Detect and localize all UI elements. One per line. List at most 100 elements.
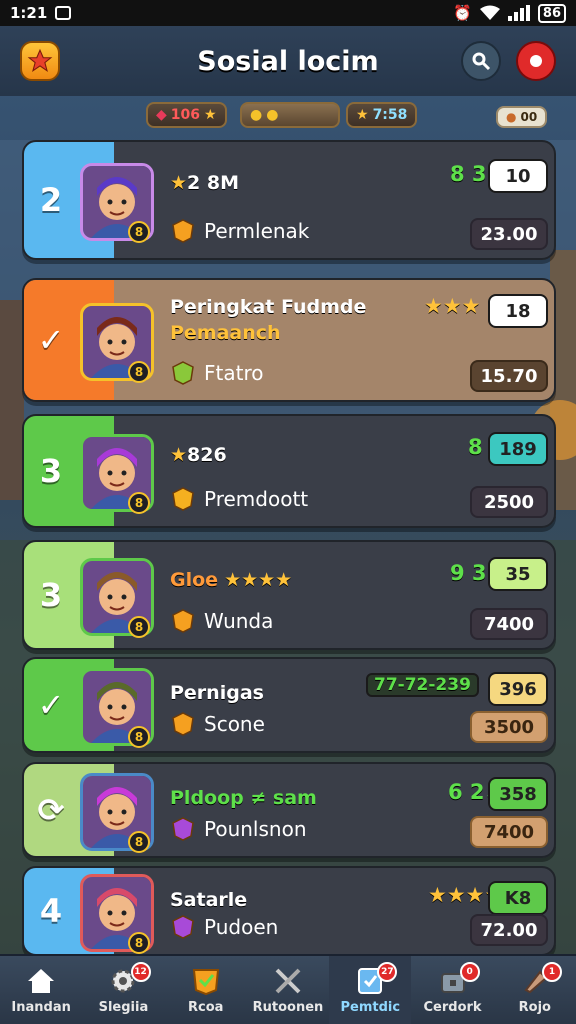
guild-emblem-icon	[172, 219, 194, 243]
star-icon: ★	[170, 172, 188, 194]
player-score: 72.00	[470, 914, 548, 946]
tab-label: Cerdork	[423, 999, 482, 1015]
rating-stars: ★★★★	[224, 569, 293, 591]
player-name-text: Pernigas	[170, 682, 264, 704]
player-name-text: Gloe	[170, 569, 219, 591]
rank-number: ✓	[37, 686, 65, 724]
player-guild: Pudoen	[170, 914, 278, 940]
tab-label: Slegiia	[98, 999, 149, 1015]
favorites-button[interactable]	[20, 41, 60, 81]
close-button[interactable]	[516, 41, 556, 81]
tab-gear[interactable]: Slegiia 12	[82, 956, 164, 1024]
tab-horn[interactable]: Rojo 1	[494, 956, 576, 1024]
guild-name: Ftatro	[204, 361, 264, 385]
rank-number: 3	[39, 452, 63, 490]
level-badge: 8	[128, 616, 150, 638]
home-icon	[25, 966, 57, 996]
leaderboard-row[interactable]: 3 8★826Premdoott8 4↗1892500	[22, 414, 556, 528]
player-name: ★826	[170, 444, 227, 466]
app-header: Sosial locim	[0, 26, 576, 96]
guild-name: Wunda	[204, 609, 274, 633]
rank-number: ✓	[37, 321, 65, 359]
player-name-text: Pldoop ≠ sam	[170, 787, 317, 809]
notification-badge: 27	[377, 962, 398, 982]
player-score: 2500	[470, 486, 548, 518]
leaderboard-row[interactable]: ✓ 8 Peringkat Fudmde Pemaanch Ftatro ★★★ 18 15…	[22, 278, 556, 402]
battery-indicator: 86	[537, 3, 566, 23]
rank-number: 2	[39, 181, 63, 219]
guild-emblem-icon	[172, 361, 194, 385]
player-score: 23.00	[470, 218, 548, 250]
resource-coins[interactable]: ● ●	[240, 102, 340, 128]
notification-badge: 1	[541, 962, 562, 982]
guild-emblem-icon	[172, 817, 194, 841]
player-guild: Premdoott	[170, 486, 308, 512]
rank-number: 3	[39, 576, 63, 614]
crossed-swords-icon	[272, 966, 304, 996]
rank-change-box: 189	[488, 432, 548, 466]
trend-value: 8 3	[450, 162, 487, 186]
rank-number: 4	[39, 892, 63, 930]
player-name-text: Peringkat Fudmde	[170, 296, 367, 318]
gem-icon: ◆	[156, 107, 167, 123]
trend-value: 6 2	[448, 780, 485, 804]
level-badge: 8	[128, 221, 150, 243]
player-guild: Wunda	[170, 608, 273, 634]
leaderboard-row[interactable]: 4 8 Satarle Pudoen ★★★★ K8 72.00	[22, 866, 556, 956]
coin-icon: ●	[250, 107, 263, 123]
tab-chest[interactable]: Cerdork 0	[411, 956, 493, 1024]
search-button[interactable]	[461, 41, 501, 81]
page-title: Sosial locim	[197, 45, 379, 77]
resource-value: 106	[170, 107, 201, 123]
tab-label: Rcoa	[187, 999, 224, 1015]
player-name-text: 826	[187, 444, 227, 466]
bottom-tab-bar: Inandan Slegiia 12 Rcoa Rutoonen Pemtdic 27 Cer…	[0, 954, 576, 1024]
trend-value: 77-72-239	[374, 675, 471, 695]
player-guild: Scone	[170, 711, 265, 737]
resource-value: 7:58	[372, 107, 408, 123]
status-bar: 1:21 ⏰ 86	[0, 0, 576, 26]
status-time: 1:21	[10, 4, 48, 22]
trend-indicator: ★★★	[424, 294, 480, 318]
guild-name: Scone	[204, 712, 265, 736]
coin-icon: ●	[266, 107, 279, 123]
tab-crossed-swords[interactable]: Rutoonen	[247, 956, 329, 1024]
resource-timer[interactable]: ★ 7:58	[346, 102, 418, 128]
level-badge: 8	[128, 831, 150, 853]
guild-emblem-icon	[172, 915, 194, 939]
guild-emblem-icon	[172, 609, 194, 633]
guild-name: Premdoott	[204, 487, 309, 511]
tab-label: Pemtdic	[340, 999, 401, 1015]
record-icon	[530, 55, 542, 67]
level-badge: 8	[128, 361, 150, 383]
resource-gems[interactable]: ◆ 106 ★	[146, 102, 227, 128]
alarm-icon: ⏰	[453, 4, 472, 22]
tab-card[interactable]: Pemtdic 27	[329, 956, 412, 1024]
signal-icon	[507, 5, 530, 21]
tab-check-shield[interactable]: Rcoa	[165, 956, 247, 1024]
player-name-text: Satarle	[170, 889, 248, 911]
tab-label: Rutoonen	[252, 999, 324, 1015]
star-icon: ★	[356, 107, 369, 123]
player-score: 15.70	[470, 360, 548, 392]
leaderboard-row[interactable]: 2 8★2 8MPermlenak8 3↗1023.00	[22, 140, 556, 260]
resource-small[interactable]: ● 00	[496, 106, 548, 128]
player-score: 3500	[470, 711, 548, 743]
player-score: 7400	[470, 816, 548, 848]
player-name-text: 2 8M	[187, 172, 240, 194]
tab-label: Inandan	[11, 999, 71, 1015]
leaderboard-row[interactable]: ✓ 8 Pernigas Scone 77-72-239 396 3500	[22, 657, 556, 753]
search-icon	[472, 52, 491, 71]
level-badge: 8	[128, 932, 150, 954]
trend-value: ★★★	[424, 294, 481, 318]
player-name: Gloe ★★★★	[170, 569, 292, 591]
player-name: Peringkat Fudmde	[170, 296, 366, 318]
player-name: Pldoop ≠ sam	[170, 787, 317, 809]
level-badge: 8	[128, 726, 150, 748]
rank-change-box: 10	[488, 159, 548, 193]
tab-home[interactable]: Inandan	[0, 956, 82, 1024]
star-icon	[27, 48, 53, 73]
leaderboard-row[interactable]: ⟳ 8Pldoop ≠ samPounlsnon6 2↗3587400	[22, 762, 556, 858]
resources-bar: ◆ 106 ★ ● ● ★ 7:58 ● 00	[0, 96, 576, 136]
leaderboard-row[interactable]: 3 8Gloe★★★★Wunda9 3↗357400	[22, 540, 556, 650]
